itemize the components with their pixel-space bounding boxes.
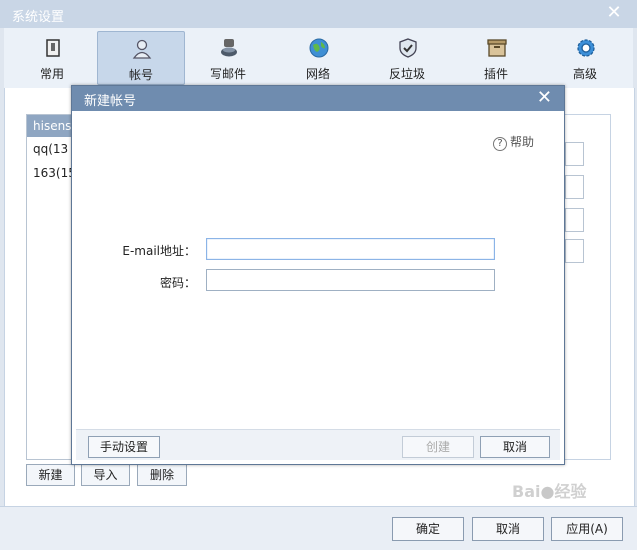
close-icon[interactable]: ✕ [605, 4, 623, 22]
detail-field[interactable] [565, 239, 584, 263]
tab-network[interactable]: 网络 [275, 31, 361, 83]
help-link[interactable]: ? 帮助 [492, 133, 534, 151]
tab-plugin-label: 插件 [483, 67, 508, 81]
detail-field[interactable] [565, 208, 584, 232]
antispam-icon [399, 38, 417, 58]
settings-footer: 确定 取消 应用(A) [0, 506, 637, 550]
new-account-button[interactable]: 新建 [26, 464, 75, 486]
dialog-body: ? 帮助 E-mail地址： 密码： [76, 111, 560, 433]
email-field[interactable] [206, 238, 495, 260]
tab-advanced[interactable]: 高级 [542, 31, 628, 83]
settings-window: 系统设置 ✕ 常用 帐号 写邮件 网络 反垃圾 插件 高级 hisens qq(… [0, 0, 637, 550]
dialog-title: 新建帐号 [84, 94, 137, 109]
tab-compose[interactable]: 写邮件 [185, 31, 271, 83]
import-account-button[interactable]: 导入 [81, 464, 130, 486]
tab-network-label: 网络 [305, 67, 330, 81]
account-icon [132, 39, 152, 59]
general-icon [46, 39, 60, 57]
tab-account-label: 帐号 [128, 68, 153, 82]
delete-account-button[interactable]: 删除 [137, 464, 187, 486]
dialog-footer: 手动设置 创建 取消 [76, 429, 560, 460]
ok-button[interactable]: 确定 [392, 517, 464, 541]
watermark-logo: Bai●经验 [512, 482, 587, 501]
advanced-gear-icon [577, 39, 595, 57]
window-titlebar: 系统设置 ✕ [0, 0, 637, 28]
detail-field[interactable] [565, 142, 584, 166]
dialog-titlebar: 新建帐号 ✕ [72, 86, 564, 111]
tab-antispam-label: 反垃圾 [388, 67, 425, 81]
help-icon: ? [492, 137, 507, 151]
tab-account[interactable]: 帐号 [97, 31, 185, 85]
tab-antispam[interactable]: 反垃圾 [364, 31, 450, 83]
dialog-cancel-button[interactable]: 取消 [480, 436, 550, 458]
tab-general[interactable]: 常用 [9, 31, 95, 83]
compose-icon [221, 39, 237, 57]
cancel-button[interactable]: 取消 [472, 517, 544, 541]
tab-general-label: 常用 [39, 67, 64, 81]
password-label: 密码： [159, 276, 196, 290]
tab-plugin[interactable]: 插件 [453, 31, 539, 83]
tab-compose-label: 写邮件 [209, 67, 246, 81]
plugin-icon [487, 39, 507, 57]
detail-field[interactable] [565, 175, 584, 199]
window-title: 系统设置 [12, 10, 65, 25]
account-detail-panel [565, 114, 611, 460]
manual-setup-button[interactable]: 手动设置 [88, 436, 160, 458]
help-label: 帮助 [509, 135, 534, 149]
settings-toolbar: 常用 帐号 写邮件 网络 反垃圾 插件 高级 [4, 28, 633, 89]
dialog-close-icon[interactable]: ✕ [537, 87, 552, 108]
network-icon [309, 38, 329, 58]
email-label: E-mail地址： [122, 244, 196, 258]
tab-advanced-label: 高级 [572, 67, 597, 81]
password-field[interactable] [206, 269, 495, 291]
create-button[interactable]: 创建 [402, 436, 474, 458]
apply-button[interactable]: 应用(A) [551, 517, 623, 541]
new-account-dialog: 新建帐号 ✕ ? 帮助 E-mail地址： 密码： 手动设置 创建 取消 [71, 85, 565, 465]
